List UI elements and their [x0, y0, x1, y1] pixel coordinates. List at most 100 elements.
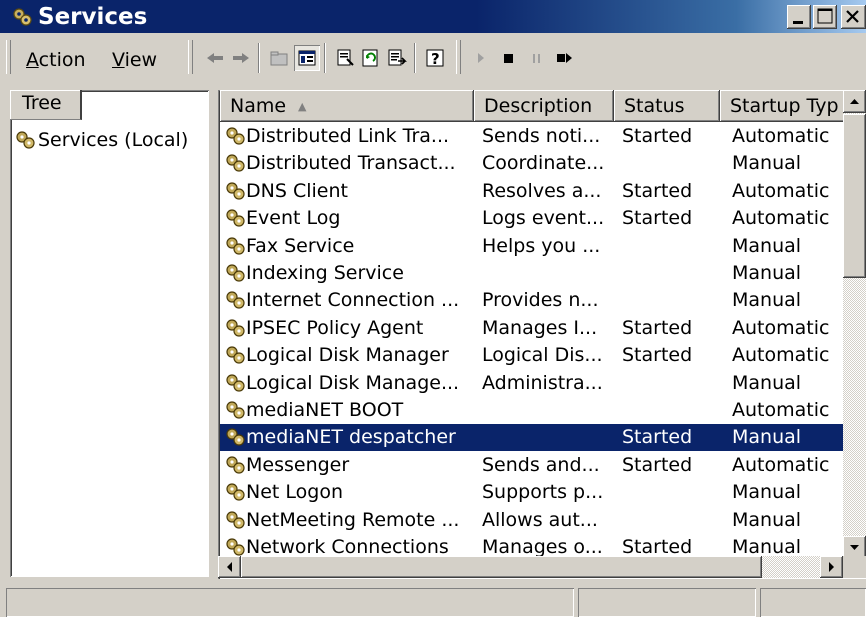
status-panel-1: [6, 588, 574, 617]
status-panel-2: [578, 588, 756, 617]
back-arrow-icon: [207, 53, 223, 63]
service-startup-type: Automatic: [732, 207, 830, 230]
service-status: Started: [622, 426, 693, 449]
service-startup-type: Manual: [732, 371, 802, 394]
table-row[interactable]: Messenger Sends and... Started Automatic: [220, 452, 844, 479]
maximize-icon: [817, 8, 833, 24]
toolbar-grip-2[interactable]: [188, 40, 193, 74]
service-startup-type: Manual: [732, 508, 802, 531]
scroll-right-button[interactable]: [820, 556, 843, 578]
tree-item-services-local[interactable]: Services (Local): [14, 127, 190, 153]
service-description: Resolves a...: [482, 179, 602, 202]
service-description: Supports p...: [482, 481, 604, 504]
help-button[interactable]: ?: [422, 45, 448, 71]
table-row[interactable]: Fax Service Helps you ... Manual: [220, 233, 844, 260]
service-name: NetMeeting Remote ...: [246, 508, 460, 531]
services-gears-icon: [13, 8, 32, 26]
table-row[interactable]: mediaNET despatcher Started Manual: [220, 424, 844, 452]
horizontal-scroll-thumb[interactable]: [241, 556, 762, 578]
service-name: Net Logon: [246, 481, 343, 504]
forward-arrow-icon: [233, 53, 249, 63]
service-status: Started: [622, 207, 693, 230]
service-name: Indexing Service: [246, 262, 404, 284]
tree-pane[interactable]: [10, 90, 209, 577]
column-header-name[interactable]: Name ▲: [220, 90, 474, 122]
table-row[interactable]: mediaNET BOOT Automatic: [220, 397, 844, 424]
toolbar-grip[interactable]: [6, 40, 11, 74]
menu-action[interactable]: Action: [26, 49, 86, 71]
service-status: Started: [622, 316, 693, 339]
scroll-corner: [843, 556, 866, 578]
column-header-status[interactable]: Status: [614, 90, 720, 122]
title-bar[interactable]: Services: [0, 0, 866, 33]
minimize-button[interactable]: [787, 5, 811, 29]
service-description: Coordinate...: [482, 152, 605, 175]
table-row[interactable]: NetMeeting Remote ... Allows aut... Manual: [220, 507, 844, 534]
tree-item-label: Services (Local): [38, 129, 189, 151]
back-button[interactable]: [202, 45, 228, 71]
service-startup-type: Automatic: [732, 125, 830, 147]
service-description: Sends noti...: [482, 125, 601, 147]
maximize-button[interactable]: [813, 5, 837, 29]
service-name: Distributed Transact...: [246, 152, 456, 175]
services-gears-icon: [16, 131, 35, 149]
service-gears-icon: [226, 182, 245, 200]
service-startup-type: Automatic: [732, 316, 830, 339]
tab-tree[interactable]: Tree: [10, 90, 82, 120]
table-row[interactable]: Logical Disk Manager Logical Dis... Starte…: [220, 342, 844, 369]
service-gears-icon: [226, 209, 245, 227]
refresh-icon: [362, 49, 378, 67]
services-list[interactable]: Name ▲ Description Status Startup Typ Di…: [218, 90, 866, 579]
table-row[interactable]: Distributed Link Tra... Sends noti... Star…: [220, 123, 844, 150]
table-row[interactable]: IPSEC Policy Agent Manages I... Started Aut…: [220, 315, 844, 342]
column-header-startup-type[interactable]: Startup Typ: [720, 90, 860, 122]
menu-view[interactable]: View: [112, 49, 157, 71]
table-row[interactable]: Logical Disk Manage... Administra... Manua…: [220, 370, 844, 397]
vertical-scrollbar[interactable]: [843, 90, 866, 559]
service-startup-type: Automatic: [732, 399, 830, 421]
vertical-scroll-thumb[interactable]: [843, 114, 866, 278]
toolbar-grip-3[interactable]: [456, 40, 461, 74]
service-gears-icon: [226, 483, 245, 501]
pause-service-button[interactable]: [524, 45, 550, 71]
refresh-button[interactable]: [358, 45, 384, 71]
scroll-up-button[interactable]: [843, 90, 866, 113]
pause-service-icon: [533, 54, 540, 63]
status-panel-3: [760, 588, 866, 617]
service-gears-icon: [226, 510, 245, 529]
table-row[interactable]: Event Log Logs event... Started Automatic: [220, 205, 844, 232]
table-row[interactable]: Net Logon Supports p... Manual: [220, 479, 844, 506]
service-name: Messenger: [246, 453, 350, 476]
export-list-button[interactable]: [384, 45, 410, 71]
horizontal-scrollbar[interactable]: [218, 556, 843, 578]
stop-service-button[interactable]: [496, 45, 522, 71]
properties-button[interactable]: [332, 45, 358, 71]
table-row[interactable]: DNS Client Resolves a... Started Automatic: [220, 178, 844, 205]
table-row[interactable]: Distributed Transact... Coordinate... Manu…: [220, 150, 844, 177]
forward-button[interactable]: [228, 45, 254, 71]
restart-service-button[interactable]: [552, 45, 578, 71]
show-hide-tree-button[interactable]: [294, 45, 320, 71]
help-icon: ?: [426, 49, 444, 68]
up-folder-icon: [270, 51, 288, 66]
table-row[interactable]: Internet Connection ... Provides n... Manu…: [220, 287, 844, 314]
service-name: mediaNET BOOT: [246, 399, 404, 421]
table-row[interactable]: Indexing Service Manual: [220, 260, 844, 287]
service-gears-icon: [226, 236, 245, 255]
column-header-description[interactable]: Description: [474, 90, 614, 122]
up-one-level-button[interactable]: [266, 45, 292, 71]
service-name: Logical Disk Manager: [246, 344, 449, 367]
service-status: Started: [622, 179, 693, 202]
service-startup-type: Manual: [732, 234, 802, 257]
menu-toolbar: Action View ?: [0, 33, 866, 83]
sort-ascending-icon: ▲: [298, 100, 307, 113]
service-gears-icon: [226, 346, 245, 364]
scroll-left-button[interactable]: [218, 556, 241, 578]
service-status: Started: [622, 453, 693, 476]
start-service-button[interactable]: [468, 45, 494, 71]
service-startup-type: Automatic: [732, 453, 830, 476]
close-button[interactable]: [841, 5, 866, 29]
service-gears-icon: [226, 456, 245, 474]
service-description: Helps you ...: [482, 234, 601, 257]
service-status: Started: [622, 125, 693, 147]
